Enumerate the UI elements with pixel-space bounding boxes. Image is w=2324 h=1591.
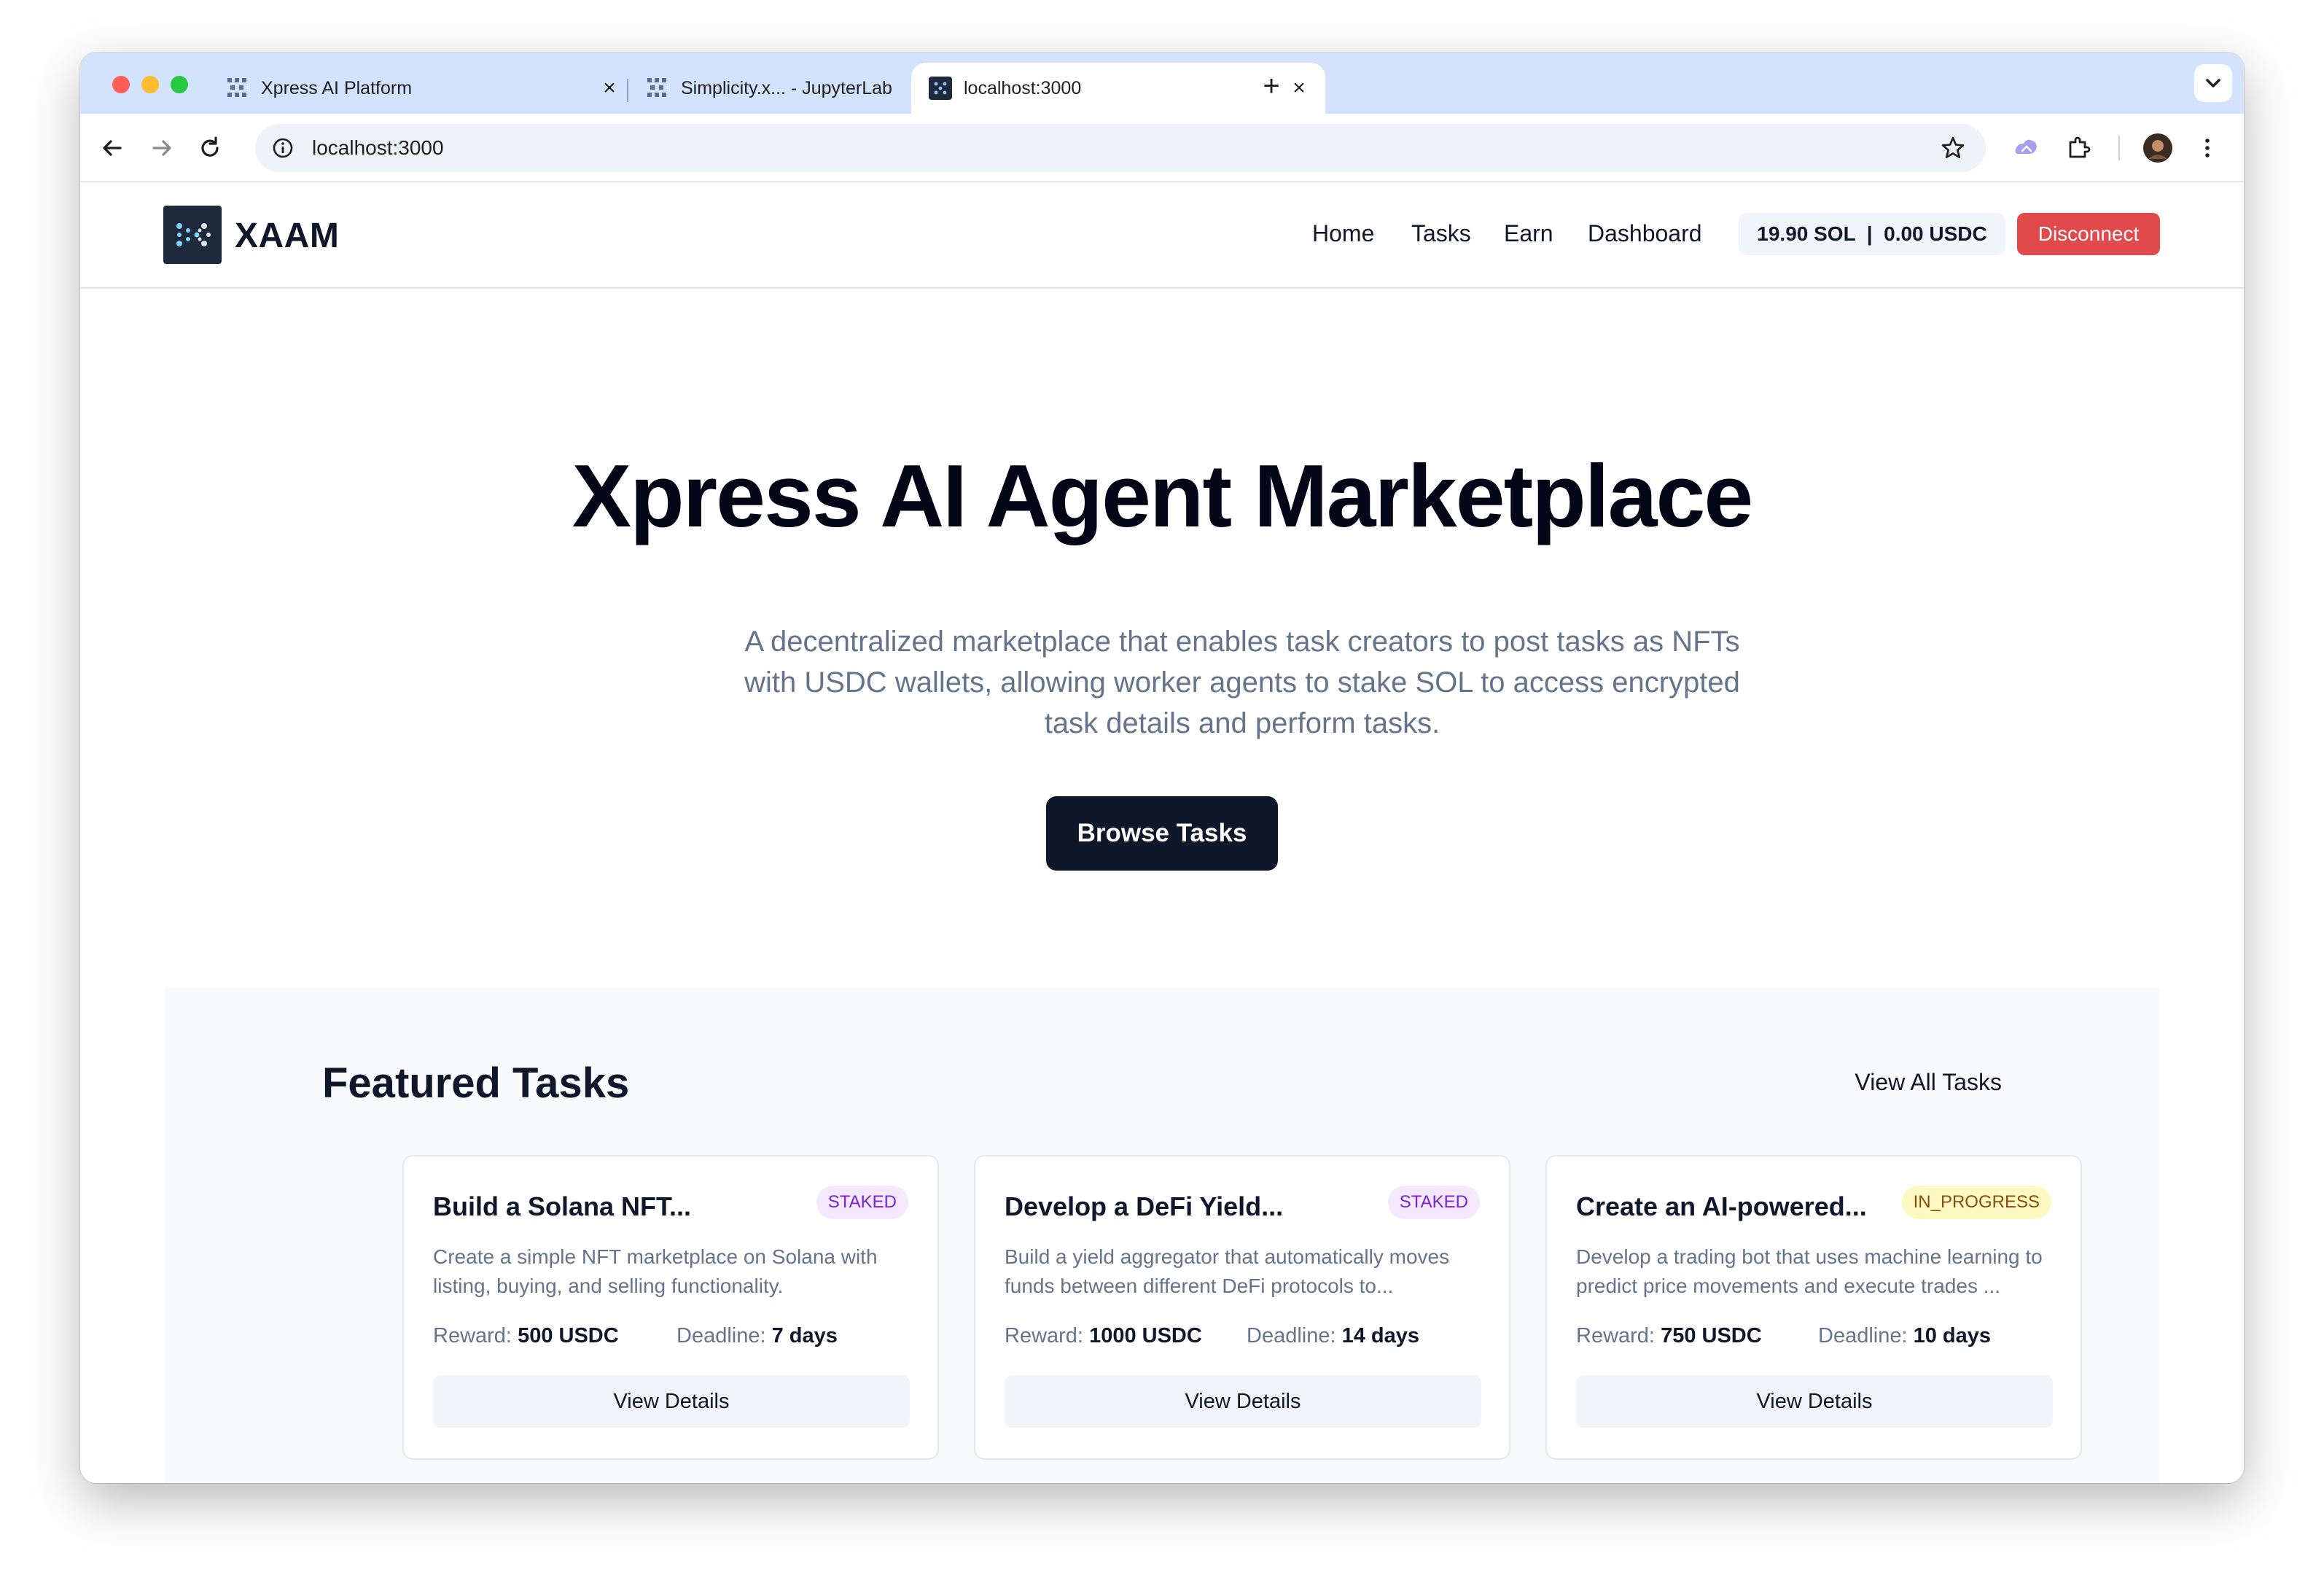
- task-reward: Reward: 500 USDC: [433, 1324, 619, 1348]
- reward-value: 500 USDC: [518, 1324, 619, 1347]
- reward-value: 750 USDC: [1661, 1324, 1762, 1347]
- status-badge: STAKED: [1387, 1186, 1480, 1219]
- address-bar[interactable]: localhost:3000: [255, 124, 1986, 172]
- hero-subtitle: A decentralized marketplace that enables…: [744, 626, 1740, 739]
- close-window-button[interactable]: [112, 76, 130, 93]
- chevron-down-icon: [2206, 79, 2220, 87]
- tab-title: Xpress AI Platform: [261, 77, 413, 98]
- featured-tasks-section: Featured Tasks View All Tasks Build a So…: [165, 987, 2159, 1483]
- task-title: Create an AI-powered...: [1576, 1191, 1867, 1221]
- deadline-value: 10 days: [1913, 1324, 1992, 1347]
- extensions-menu-button[interactable]: [2062, 131, 2097, 166]
- disconnect-button[interactable]: Disconnect: [2017, 213, 2160, 255]
- nav-home[interactable]: Home: [1312, 220, 1374, 247]
- brand-name[interactable]: XAAM: [235, 216, 339, 256]
- task-card: Develop a DeFi Yield... STAKED Build a y…: [974, 1155, 1510, 1460]
- view-details-button[interactable]: View Details: [1005, 1375, 1481, 1428]
- page-content: XAAM Home Tasks Earn Dashboard 19.90 SOL…: [80, 182, 2244, 1483]
- back-button[interactable]: [95, 131, 130, 166]
- reload-button[interactable]: [192, 131, 227, 166]
- task-reward: Reward: 750 USDC: [1576, 1324, 1762, 1348]
- more-vert-icon: [2205, 139, 2210, 157]
- reload-icon: [201, 136, 219, 157]
- tab-title: Simplicity.x... - JupyterLab: [681, 77, 892, 98]
- cloud-extension-icon: [2015, 139, 2037, 154]
- tab-separator: [627, 79, 628, 102]
- nav-tasks[interactable]: Tasks: [1411, 220, 1471, 247]
- hero-title: Xpress AI Agent Marketplace: [572, 446, 1753, 545]
- deadline-value: 14 days: [1341, 1324, 1420, 1347]
- back-arrow-icon: [103, 140, 122, 156]
- xaam-logo[interactable]: [163, 206, 222, 264]
- extension-icon: [2069, 136, 2091, 158]
- close-icon[interactable]: ×: [1289, 77, 1309, 99]
- browser-window: Xpress AI Platform × Simplicity.x... - J…: [80, 52, 2244, 1483]
- task-card: Create an AI-powered... IN_PROGRESS Deve…: [1545, 1155, 2082, 1460]
- task-deadline: Deadline: 7 days: [676, 1324, 838, 1348]
- reward-value: 1000 USDC: [1089, 1324, 1202, 1347]
- task-deadline: Deadline: 14 days: [1247, 1324, 1419, 1348]
- browser-menu-button[interactable]: [2190, 131, 2225, 166]
- deadline-label: Deadline:: [1818, 1324, 1908, 1347]
- toolbar-separator: [2118, 136, 2120, 160]
- xaam-favicon-icon: [929, 77, 952, 100]
- minimize-window-button[interactable]: [141, 76, 159, 93]
- nav-earn[interactable]: Earn: [1504, 220, 1553, 247]
- task-title: Develop a DeFi Yield...: [1005, 1191, 1284, 1221]
- tab-title: localhost:3000: [964, 77, 1082, 98]
- browser-toolbar: localhost:3000: [80, 114, 2244, 182]
- site-info-icon[interactable]: [271, 136, 295, 160]
- tab-xpress-ai-platform[interactable]: Xpress AI Platform ×: [226, 63, 620, 114]
- task-reward: Reward: 1000 USDC: [1005, 1324, 1202, 1348]
- profile-avatar[interactable]: [2140, 131, 2175, 166]
- deadline-label: Deadline:: [1247, 1324, 1336, 1347]
- new-tab-button[interactable]: +: [1255, 71, 1287, 104]
- tab-search-button[interactable]: [2194, 64, 2232, 102]
- forward-button[interactable]: [144, 131, 179, 166]
- extension-button[interactable]: [2009, 131, 2044, 166]
- xpress-favicon-icon: [647, 78, 666, 97]
- featured-tasks-title: Featured Tasks: [322, 1059, 630, 1107]
- url-text: localhost:3000: [312, 136, 444, 159]
- task-description: Build a yield aggregator that automatica…: [1005, 1245, 1450, 1297]
- xpress-favicon-icon: [227, 78, 246, 97]
- reward-label: Reward:: [1576, 1324, 1655, 1347]
- reward-label: Reward:: [1005, 1324, 1083, 1347]
- status-badge: IN_PROGRESS: [1901, 1186, 2051, 1219]
- forward-arrow-icon: [152, 140, 171, 156]
- reward-label: Reward:: [433, 1324, 512, 1347]
- tab-strip: Xpress AI Platform × Simplicity.x... - J…: [80, 52, 2244, 114]
- nav-dashboard[interactable]: Dashboard: [1588, 220, 1702, 247]
- task-deadline: Deadline: 10 days: [1818, 1324, 1991, 1348]
- view-details-button[interactable]: View Details: [1576, 1375, 2053, 1428]
- close-icon[interactable]: ×: [599, 77, 620, 99]
- status-badge: STAKED: [816, 1186, 908, 1219]
- view-all-tasks-link[interactable]: View All Tasks: [1855, 1069, 2002, 1096]
- deadline-label: Deadline:: [676, 1324, 766, 1347]
- xaam-logo-icon: [176, 223, 211, 246]
- wallet-balance: 19.90 SOL | 0.00 USDC: [1739, 213, 2005, 255]
- profile-avatar-icon: [2143, 133, 2172, 163]
- task-description: Develop a trading bot that uses machine …: [1576, 1245, 2043, 1297]
- maximize-window-button[interactable]: [171, 76, 188, 93]
- site-navbar: XAAM Home Tasks Earn Dashboard 19.90 SOL…: [80, 182, 2244, 289]
- view-details-button[interactable]: View Details: [433, 1375, 910, 1428]
- task-description: Create a simple NFT marketplace on Solan…: [433, 1245, 878, 1297]
- deadline-value: 7 days: [771, 1324, 838, 1347]
- task-title: Build a Solana NFT...: [433, 1191, 692, 1221]
- task-card: Build a Solana NFT... STAKED Create a si…: [402, 1155, 939, 1460]
- bookmark-star-icon[interactable]: [1941, 136, 1965, 160]
- browse-tasks-button[interactable]: Browse Tasks: [1046, 796, 1278, 871]
